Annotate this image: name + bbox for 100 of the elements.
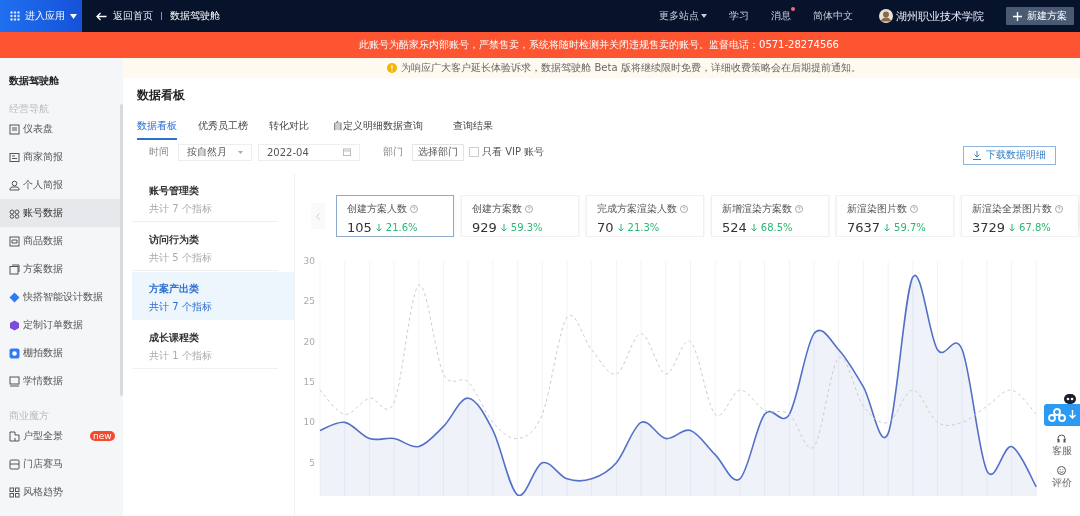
headset-icon <box>1057 434 1066 443</box>
sidebar-item[interactable]: 方案数据 <box>0 255 123 283</box>
sidebar-item[interactable]: 商品数据 <box>0 227 123 255</box>
notification-dot <box>791 7 795 11</box>
help-icon <box>910 205 918 213</box>
category-title: 账号管理类 <box>149 184 200 198</box>
sidebar-item[interactable]: 户型全景 new <box>0 422 123 450</box>
down-arrow-icon <box>750 223 757 232</box>
metric-value: 929 <box>472 220 497 235</box>
metric-value: 105 <box>347 220 372 235</box>
period-select[interactable]: 按自然月 <box>178 143 252 161</box>
rating-label[interactable]: 评价 <box>1051 476 1072 490</box>
metric-label: 新增渲染方案数 <box>722 202 792 216</box>
caret-icon <box>701 14 707 18</box>
user-name[interactable]: 湖州职业技术学院 <box>896 8 984 24</box>
vip-checkbox[interactable]: 只看 VIP 账号 <box>469 145 545 159</box>
service-label[interactable]: 客服 <box>1051 444 1072 458</box>
sidebar-item[interactable]: 风格趋势 <box>0 478 123 506</box>
nav-link[interactable]: 简体中文 <box>813 9 853 23</box>
filter-label: 时间 <box>149 145 169 159</box>
metric-change: 59.7% <box>894 222 926 233</box>
help-icon <box>795 205 803 213</box>
category-item[interactable]: 方案产出类 共计 7 个指标 <box>132 272 294 320</box>
category-subtitle: 共计 1 个指标 <box>149 349 213 363</box>
axis-tick-label: 10 <box>303 417 315 428</box>
category-item[interactable]: 账号管理类 共计 7 个指标 <box>132 174 278 222</box>
tab[interactable]: 优秀员工榜 <box>198 118 248 140</box>
grid-icon <box>9 486 20 498</box>
nav-link[interactable]: 更多站点 <box>659 9 707 23</box>
tab[interactable]: 数据看板 <box>137 118 177 140</box>
cloud-icon <box>1047 408 1067 422</box>
warning-banner-text: 此账号为酷家乐内部账号，严禁售卖，系统将随时检测并关闭违规售卖的账号。监督电话：0571-28274566 <box>358 38 839 52</box>
download-icon <box>973 150 981 160</box>
stack-icon <box>9 263 20 275</box>
product-icon <box>9 235 20 247</box>
robot-icon <box>1063 392 1077 404</box>
tab[interactable]: 转化对比 <box>269 118 309 140</box>
category-item[interactable]: 成长课程类 共计 1 个指标 <box>132 321 278 369</box>
sidebar-item[interactable]: 定制订单数据 <box>0 311 123 339</box>
category-title: 方案产出类 <box>149 282 200 296</box>
cube-icon <box>9 319 20 331</box>
sidebar-item[interactable]: 商家简报 <box>0 143 123 171</box>
page-heading: 数据看板 <box>137 88 186 103</box>
person-icon <box>9 179 20 191</box>
sidebar-item[interactable]: 门店赛马 <box>0 450 123 478</box>
assistant-button[interactable] <box>1043 404 1080 426</box>
diamond-icon <box>9 291 20 303</box>
category-subtitle: 共计 7 个指标 <box>149 202 213 216</box>
metric-card[interactable]: 完成方案渲染人数 70 21.3% <box>586 195 704 237</box>
sidebar-item[interactable]: 账号数据 <box>0 199 123 227</box>
metric-card[interactable]: 新渲染图片数 7637 59.7% <box>836 195 954 237</box>
grid-icon <box>10 11 20 21</box>
help-icon <box>1055 205 1063 213</box>
calendar-icon <box>343 148 351 156</box>
metric-change: 21.3% <box>627 222 660 233</box>
metric-card[interactable]: 创建方案人数 105 21.6% <box>336 195 454 237</box>
floorplan-icon <box>9 430 20 442</box>
new-plan-button[interactable]: 新建方案 <box>1006 7 1074 25</box>
axis-tick-label: 30 <box>303 256 315 266</box>
report-icon <box>9 151 20 163</box>
month-picker[interactable]: 2022-04 <box>258 143 360 161</box>
metric-value: 7637 <box>847 220 881 235</box>
select-value: 按自然月 <box>187 145 227 159</box>
metric-card[interactable]: 新渲染全景图片数 3729 67.8% <box>961 195 1079 237</box>
metric-change: 21.6% <box>385 222 418 233</box>
down-arrow-icon <box>884 223 891 232</box>
metric-label: 新渲染图片数 <box>847 202 907 216</box>
new-badge: new <box>90 431 115 441</box>
metric-label: 创建方案人数 <box>347 202 407 216</box>
date-value: 2022-04 <box>267 146 309 158</box>
download-button[interactable]: 下载数据明细 <box>963 145 1056 165</box>
sidebar-item[interactable]: 学情数据 <box>0 367 123 395</box>
category-item[interactable]: 访问行为类 共计 5 个指标 <box>132 223 278 271</box>
axis-tick-label: 25 <box>303 296 315 307</box>
warning-icon <box>387 63 398 73</box>
chevron-left-icon <box>316 212 320 220</box>
department-button[interactable]: 选择部门 <box>412 143 464 161</box>
sidebar-item[interactable]: 个人简报 <box>0 171 123 199</box>
circles-icon <box>9 207 20 219</box>
metric-value: 524 <box>722 220 747 235</box>
smiley-icon <box>1057 466 1066 475</box>
nav-link[interactable]: 消息 <box>771 9 791 23</box>
metric-label: 创建方案数 <box>472 202 522 216</box>
plus-icon <box>1013 11 1022 21</box>
nav-link[interactable]: 学习 <box>729 9 749 23</box>
sidebar-item[interactable]: 仪表盘 <box>0 115 123 143</box>
tab[interactable]: 自定义明细数据查询 <box>333 118 423 140</box>
page-title: 数据驾驶舱 <box>170 9 220 23</box>
metric-card[interactable]: 新增渲染方案数 524 68.5% <box>711 195 829 237</box>
axis-tick-label: 15 <box>303 377 315 388</box>
download-icon <box>1069 410 1076 420</box>
previous-button[interactable] <box>311 203 325 229</box>
metric-card[interactable]: 创建方案数 929 59.3% <box>461 195 579 237</box>
back-arrow-icon <box>96 11 107 21</box>
sidebar-item[interactable]: 棚拍数据 <box>0 339 123 367</box>
sidebar-item[interactable]: 快搭智能设计数据 <box>0 283 123 311</box>
back-link[interactable]: 返回首页 <box>96 9 153 23</box>
tab[interactable]: 查询结果 <box>453 118 493 140</box>
app-menu-button[interactable]: 进入应用 <box>0 0 82 32</box>
notice-text: 为响应广大客户延长体验诉求，数据驾驶舱 Beta 版将继续限时免费，详细收费策略会在后期提前通知。 <box>401 61 861 75</box>
